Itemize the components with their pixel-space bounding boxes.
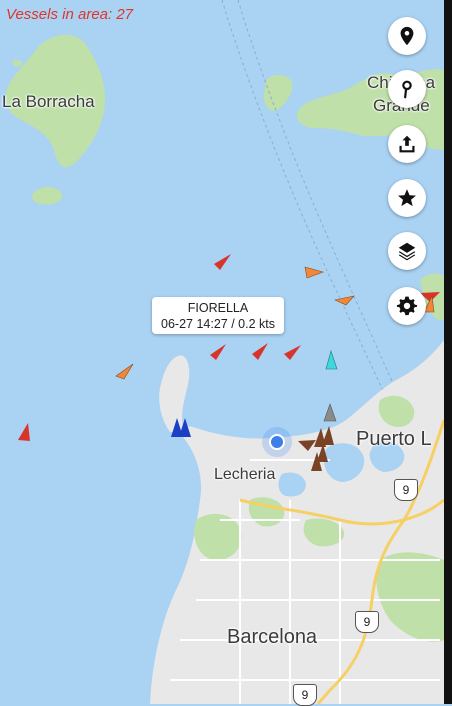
share-upload-icon (399, 135, 415, 153)
layers-button[interactable] (388, 232, 426, 270)
vessel-name: FIORELLA (187, 301, 249, 315)
road-shield: 9 (394, 479, 418, 501)
place-label-la-borracha: La Borracha (2, 92, 95, 111)
vessel-info-popup[interactable]: FIORELLA 06-27 14:27 / 0.2 kts (152, 297, 284, 334)
star-icon (398, 189, 416, 207)
favorites-button[interactable] (388, 179, 426, 217)
pin-drop-icon (402, 80, 412, 99)
screen-edge (444, 0, 452, 704)
share-button[interactable] (388, 125, 426, 163)
drop-pin-button[interactable] (388, 70, 426, 108)
road-shield: 9 (355, 611, 379, 633)
vessel-count-label: Vessels in area: 27 (6, 6, 134, 23)
place-label-lecheria: Lecheria (214, 466, 276, 483)
user-location-dot[interactable] (269, 434, 285, 450)
location-button[interactable] (388, 17, 426, 55)
gear-icon (396, 296, 418, 316)
place-label-puerto: Puerto L (356, 428, 432, 450)
layers-icon (398, 242, 416, 261)
place-label-barcelona: Barcelona (227, 626, 318, 648)
settings-button[interactable] (388, 287, 426, 325)
location-pin-icon (400, 26, 414, 46)
vessel-details: 06-27 14:27 / 0.2 kts (161, 317, 275, 331)
road-shield: 9 (293, 684, 317, 706)
